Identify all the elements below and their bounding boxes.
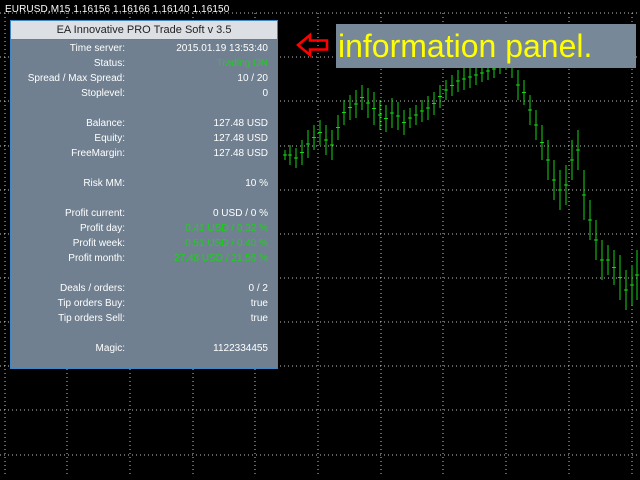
candles xyxy=(283,52,639,310)
row-label: Stoplevel: xyxy=(81,88,125,99)
panel-row: Risk MM: 10 % xyxy=(11,177,277,191)
panel-row: Profit current: 0 USD / 0 % xyxy=(11,207,277,221)
row-value: 10 / 20 xyxy=(237,73,268,84)
panel-row: Stoplevel: 0 xyxy=(11,87,277,101)
row-value: 127.48 USD xyxy=(213,118,268,129)
row-label: Magic: xyxy=(95,343,125,354)
left-arrow-icon xyxy=(296,32,329,58)
row-value: Trading ON xyxy=(216,58,268,69)
panel-row: Deals / orders: 0 / 2 xyxy=(11,282,277,296)
panel-row: Magic: 1122334455 xyxy=(11,342,277,356)
panel-row: Balance: 127.48 USD xyxy=(11,117,277,131)
panel-row: Profit day: 0.41 USD / 0.32 % xyxy=(11,222,277,236)
row-value: 2015.01.19 13:53:40 xyxy=(176,43,268,54)
banner-text: information panel. xyxy=(338,28,593,64)
row-label: Profit month: xyxy=(68,253,125,264)
row-value: 0.51 USD / 0.40 % xyxy=(185,238,268,249)
panel-row: FreeMargin: 127.48 USD xyxy=(11,147,277,161)
row-label: Risk MM: xyxy=(83,178,125,189)
row-label: FreeMargin: xyxy=(71,148,125,159)
row-label: Profit current: xyxy=(64,208,125,219)
panel-row: Profit week: 0.51 USD / 0.40 % xyxy=(11,237,277,251)
panel-row: Time server: 2015.01.19 13:53:40 xyxy=(11,42,277,56)
row-value: 0 xyxy=(262,88,268,99)
row-label: Deals / orders: xyxy=(59,283,125,294)
row-label: Profit day: xyxy=(79,223,125,234)
panel-row: Status: Trading ON xyxy=(11,57,277,71)
row-value: 10 % xyxy=(245,178,268,189)
row-value: 1122334455 xyxy=(213,343,268,354)
panel-row: Tip orders Sell: true xyxy=(11,312,277,326)
row-value: true xyxy=(250,298,268,309)
panel-row: Tip orders Buy: true xyxy=(11,297,277,311)
row-label: Tip orders Buy: xyxy=(57,298,125,309)
row-value: 27.48 USD / 21.56 % xyxy=(174,253,268,264)
panel-row: Profit month: 27.48 USD / 21.56 % xyxy=(11,252,277,266)
row-value: 0.41 USD / 0.32 % xyxy=(185,223,268,234)
row-value: 127.48 USD xyxy=(213,148,268,159)
row-label: Equity: xyxy=(94,133,125,144)
information-panel: EA Innovative PRO Trade Soft v 3.5 Time … xyxy=(10,20,278,369)
row-label: Profit week: xyxy=(72,238,125,249)
panel-row: Equity: 127.48 USD xyxy=(11,132,277,146)
row-label: Spread / Max Spread: xyxy=(27,73,125,84)
row-value: true xyxy=(250,313,268,324)
row-value: 0 USD / 0 % xyxy=(212,208,268,219)
symbol-info: EURUSD,M15 1.16156 1.16166 1.16140 1.161… xyxy=(5,4,230,15)
row-label: Time server: xyxy=(69,43,125,54)
row-label: Balance: xyxy=(86,118,125,129)
row-label: Tip orders Sell: xyxy=(58,313,125,324)
row-value: 127.48 USD xyxy=(213,133,268,144)
panel-row: Spread / Max Spread: 10 / 20 xyxy=(11,72,277,86)
row-value: 0 / 2 xyxy=(248,283,268,294)
info-banner: information panel. xyxy=(336,24,636,68)
row-label: Status: xyxy=(93,58,125,69)
panel-title: EA Innovative PRO Trade Soft v 3.5 xyxy=(11,21,277,40)
